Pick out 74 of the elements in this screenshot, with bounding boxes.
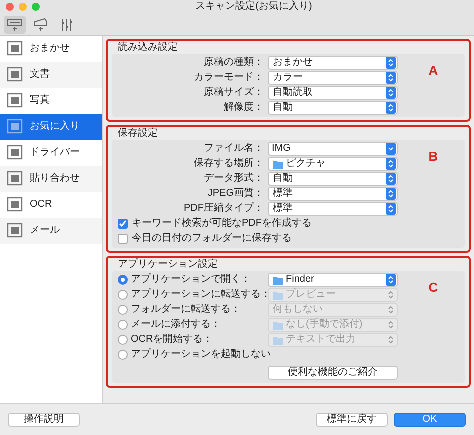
flatbed-icon (33, 18, 49, 32)
annotation-letter: B (428, 150, 438, 164)
zoom-window-button[interactable] (32, 3, 40, 11)
field-label: カラーモード： (193, 72, 265, 84)
document-icon (6, 197, 24, 213)
field-label: PDF圧縮タイプ： (183, 203, 265, 215)
radio-label: OCRを開始する： (130, 334, 214, 346)
checkbox-label: キーワード検索が可能なPDFを作成する (132, 218, 312, 230)
stepper-icon (386, 173, 396, 185)
stepper-icon (386, 72, 396, 84)
annotation-letter: A (428, 64, 438, 78)
field-label: JPEG画質： (206, 188, 265, 200)
combo-box[interactable]: IMG (268, 142, 398, 156)
radio-button[interactable] (118, 275, 128, 285)
sliders-icon (59, 18, 75, 32)
stepper-icon (386, 158, 396, 170)
document-icon (6, 145, 24, 161)
field-label: データ形式： (203, 173, 265, 185)
radio-button[interactable] (118, 350, 128, 360)
popup-button[interactable]: 標準 (268, 187, 398, 201)
popup-button[interactable]: 自動読取 (268, 86, 398, 100)
checkbox-label: 今日の日付のフォルダーに保存する (132, 233, 292, 245)
checkbox[interactable] (118, 234, 128, 244)
annotation-letter: C (428, 281, 438, 295)
sidebar-item[interactable]: 文書 (0, 62, 102, 88)
reset-button[interactable]: 標準に戻す (316, 412, 388, 426)
field-label: 原稿サイズ： (203, 87, 265, 99)
popup-button[interactable]: 標準 (268, 202, 398, 216)
field-label: 保存する場所： (193, 158, 265, 170)
feature-button[interactable]: 便利な機能のご紹介 (268, 366, 398, 380)
help-button[interactable]: 操作説明 (8, 412, 80, 426)
window-title: スキャン設定(お気に入り) (196, 1, 312, 13)
stepper-icon (386, 203, 396, 215)
field-label: ファイル名： (203, 143, 265, 155)
stepper-icon (386, 289, 396, 301)
sidebar-item[interactable]: メール (0, 218, 102, 244)
document-icon (6, 171, 24, 187)
close-window-button[interactable] (6, 3, 14, 11)
radio-label: フォルダーに転送する： (130, 304, 242, 316)
sidebar-item[interactable]: 貼り合わせ (0, 166, 102, 192)
radio-label: アプリケーションを起動しない (130, 349, 268, 361)
stepper-icon (386, 304, 396, 316)
minimize-window-button[interactable] (19, 3, 27, 11)
stepper-icon (386, 102, 396, 114)
document-icon (6, 93, 24, 109)
popup-button[interactable]: 自動 (268, 172, 398, 186)
section-title: アプリケーション設定 (117, 258, 219, 271)
folder-icon (273, 160, 283, 168)
popup-button[interactable]: Finder (268, 273, 398, 287)
document-icon (6, 41, 24, 57)
section-title: 保存設定 (117, 127, 159, 140)
stepper-icon (386, 319, 396, 331)
section-title: 読み込み設定 (117, 41, 179, 54)
radio-label: アプリケーションに転送する： (130, 289, 268, 301)
document-icon (6, 119, 24, 135)
toolbar-button[interactable] (4, 16, 26, 34)
stepper-icon (386, 87, 396, 99)
stepper-icon (386, 57, 396, 69)
field-label: 解像度： (223, 102, 265, 114)
stepper-icon (386, 334, 396, 346)
sidebar-item[interactable]: お気に入り (0, 114, 102, 140)
popup-button[interactable]: 自動 (268, 101, 398, 115)
document-icon (6, 67, 24, 83)
radio-label: メールに添付する： (130, 319, 222, 331)
popup-button[interactable]: おまかせ (268, 56, 398, 70)
scanner-icon (7, 18, 23, 32)
chevron-icon (386, 143, 396, 155)
document-icon (6, 223, 24, 239)
popup-button[interactable]: ピクチャ (268, 157, 398, 171)
stepper-icon (386, 274, 396, 286)
popup-button[interactable]: カラー (268, 71, 398, 85)
radio-label: アプリケーションで開く： (130, 274, 252, 286)
stepper-icon (386, 188, 396, 200)
field-label: 原稿の種類： (203, 57, 265, 69)
